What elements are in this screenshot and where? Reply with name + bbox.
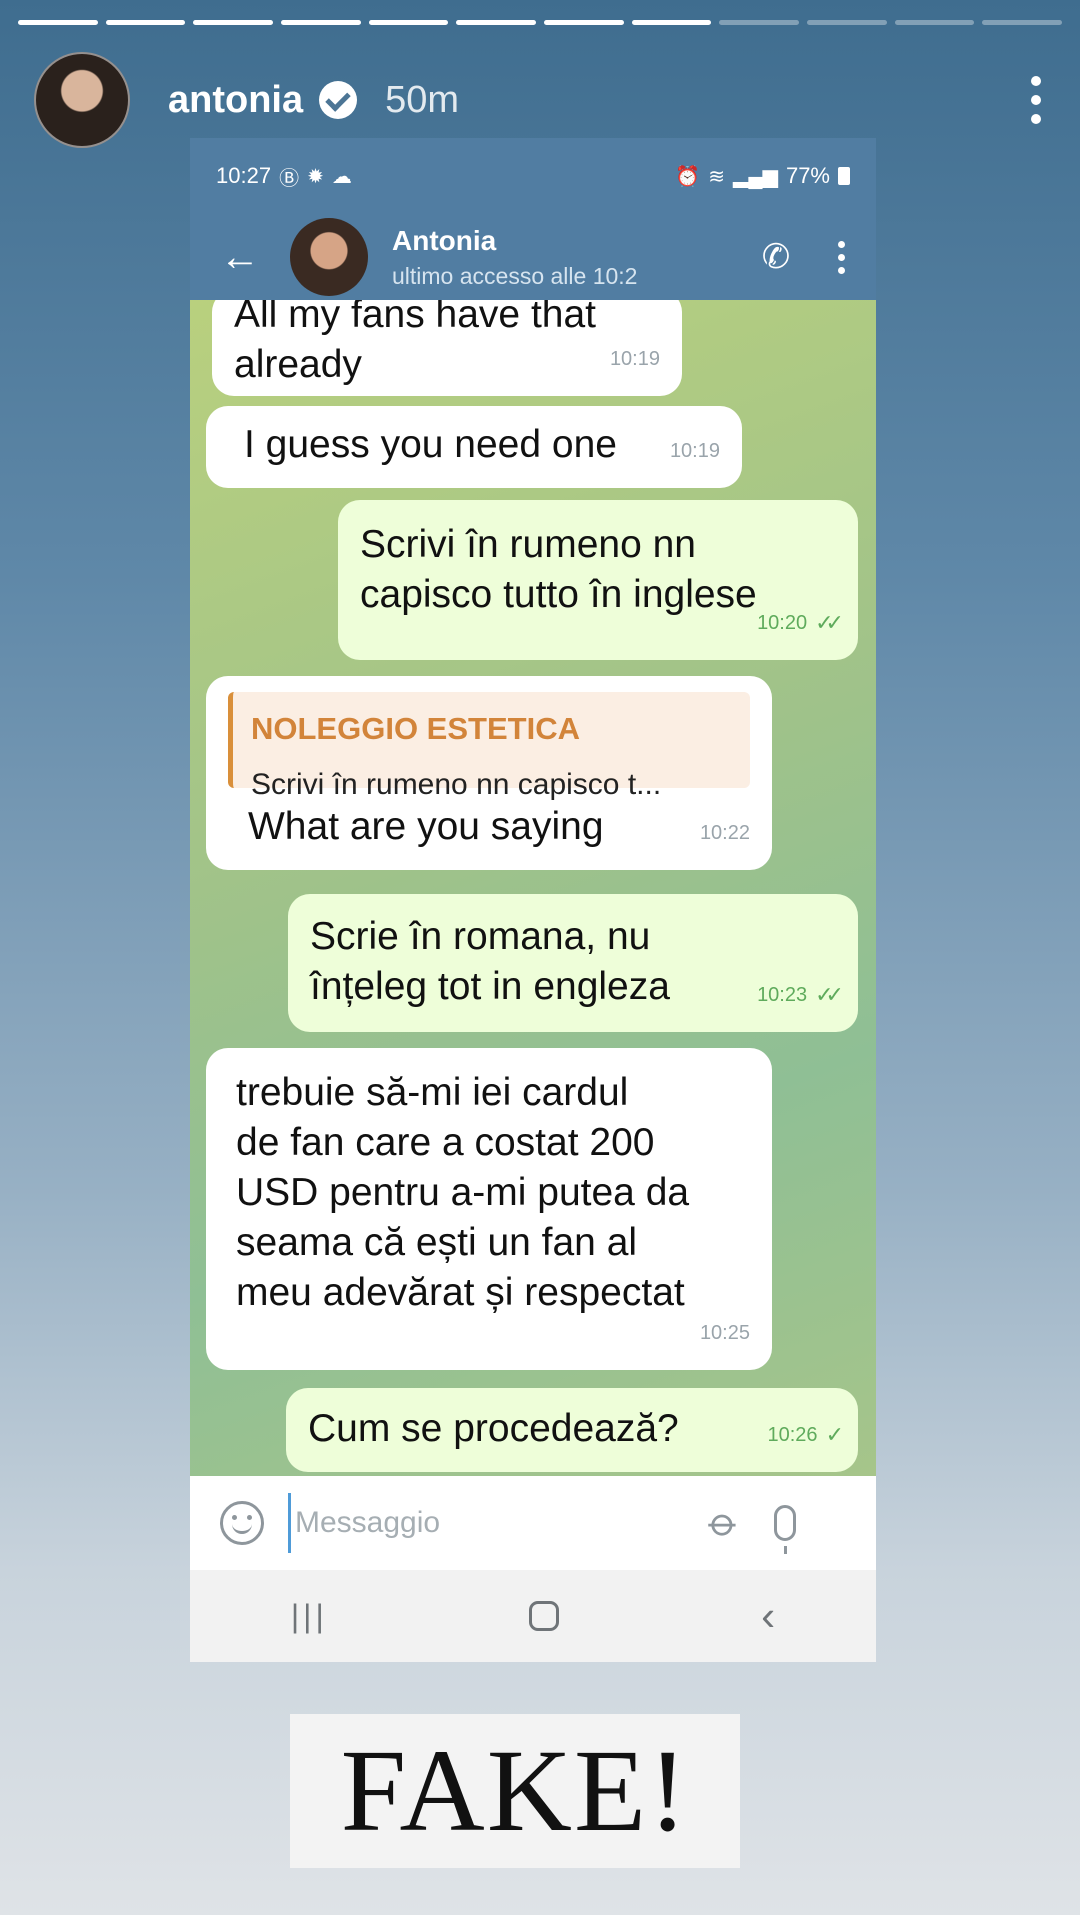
contact-info[interactable]: Antonia ultimo accesso alle 10:2 [392, 225, 682, 290]
battery-icon [838, 167, 850, 185]
progress-segment [894, 20, 975, 25]
nav-back-icon[interactable]: ‹ [761, 1592, 775, 1640]
message-meta: 10:26 ✓ [767, 1410, 845, 1460]
story-avatar[interactable] [34, 52, 130, 148]
contact-avatar[interactable] [290, 218, 368, 296]
message-list[interactable]: All my fans have that already 10:19 I gu… [190, 300, 876, 1476]
attach-icon[interactable]: ⌀ [699, 1498, 749, 1548]
last-seen-status: ultimo accesso alle 10:2 [392, 262, 638, 289]
wifi-icon: ≋ [708, 165, 726, 188]
fake-label: FAKE! [290, 1714, 740, 1868]
message-bubble-outgoing[interactable]: Cum se procedează? 10:26 ✓ [286, 1388, 858, 1472]
message-time: 10:22 [699, 822, 750, 844]
double-check-icon: ✓✓ [815, 610, 844, 635]
android-nav-bar: ||| ‹ [190, 1570, 876, 1662]
message-time: 10:19 [609, 348, 660, 370]
message-bubble-incoming[interactable]: I guess you need one 10:19 [206, 406, 742, 488]
progress-segment [193, 20, 274, 25]
progress-segment [281, 20, 361, 25]
android-status-bar: 10:27 Ⓑ ✹ ☁ ⏰ ≋ ▂▄▆ 77% [190, 138, 876, 214]
alarm-icon: ⏰ [675, 165, 701, 188]
message-bubble-incoming[interactable]: NOLEGGIO ESTETICA Scrivi în rumeno nn ca… [206, 676, 772, 870]
reply-author: NOLEGGIO ESTETICA [251, 711, 580, 746]
status-time: 10:27 [216, 163, 272, 188]
b-icon: Ⓑ [279, 167, 300, 190]
chat-header: ← Antonia ultimo accesso alle 10:2 ✆ [190, 214, 876, 300]
message-composer: ⌀ [190, 1476, 876, 1570]
message-bubble-incoming[interactable]: trebuie să-mi iei cardul de fan care a c… [206, 1048, 772, 1370]
story-header: antonia 50m [34, 52, 1046, 148]
chat-screenshot: 10:27 Ⓑ ✹ ☁ ⏰ ≋ ▂▄▆ 77% ← Antonia ultimo… [190, 138, 876, 1662]
progress-segment [18, 20, 98, 25]
verified-badge-icon [319, 81, 358, 119]
progress-segment [807, 20, 887, 25]
message-meta: 10:23 ✓✓ [757, 970, 844, 1020]
recent-apps-icon[interactable]: ||| [291, 1598, 328, 1635]
story-timestamp: 50m [385, 78, 460, 121]
progress-segment [982, 20, 1063, 25]
sun-icon: ✹ [307, 165, 324, 188]
message-time: 10:26 [767, 1424, 818, 1446]
progress-segment [368, 20, 449, 25]
single-check-icon: ✓ [825, 1422, 845, 1447]
reply-quote[interactable]: NOLEGGIO ESTETICA Scrivi în rumeno nn ca… [228, 692, 750, 801]
home-icon[interactable] [529, 1601, 560, 1631]
message-text: What are you saying [248, 805, 604, 848]
message-bubble-outgoing[interactable]: Scrie în romana, nu înțeleg tot in engle… [288, 894, 858, 1032]
progress-segment [719, 20, 800, 25]
progress-segment [544, 20, 624, 25]
message-bubble-outgoing[interactable]: Scrivi în rumeno nn capisco tutto în ing… [338, 500, 858, 660]
more-vertical-icon[interactable] [806, 240, 876, 274]
cloud-icon: ☁ [331, 165, 352, 188]
message-text: All my fans have that already [234, 300, 597, 386]
emoji-icon[interactable] [220, 1501, 264, 1545]
contact-name: Antonia [392, 224, 497, 256]
progress-segment [631, 20, 712, 25]
signal-icon: ▂▄▆ [733, 165, 778, 188]
message-text: I guess you need one [244, 423, 617, 466]
phone-icon[interactable]: ✆ [746, 237, 806, 277]
message-bubble-incoming[interactable]: All my fans have that already 10:19 [212, 300, 682, 396]
battery-percent: 77% [785, 163, 830, 188]
story-username[interactable]: antonia [168, 79, 303, 122]
message-meta: 10:20 ✓✓ [757, 598, 844, 648]
message-time: 10:23 [757, 984, 808, 1006]
message-time: 10:19 [669, 440, 720, 462]
progress-segment [456, 20, 537, 25]
message-input[interactable] [288, 1493, 688, 1553]
message-text: trebuie să-mi iei cardul de fan care a c… [236, 1071, 690, 1314]
mic-icon[interactable] [774, 1505, 797, 1554]
message-time: 10:20 [757, 612, 808, 634]
progress-segment [105, 20, 186, 25]
story-progress-bar [18, 20, 1063, 25]
double-check-icon: ✓✓ [815, 982, 844, 1007]
back-arrow-icon[interactable]: ← [190, 235, 290, 280]
message-time: 10:25 [699, 1322, 750, 1344]
more-vertical-icon[interactable] [1026, 76, 1046, 124]
